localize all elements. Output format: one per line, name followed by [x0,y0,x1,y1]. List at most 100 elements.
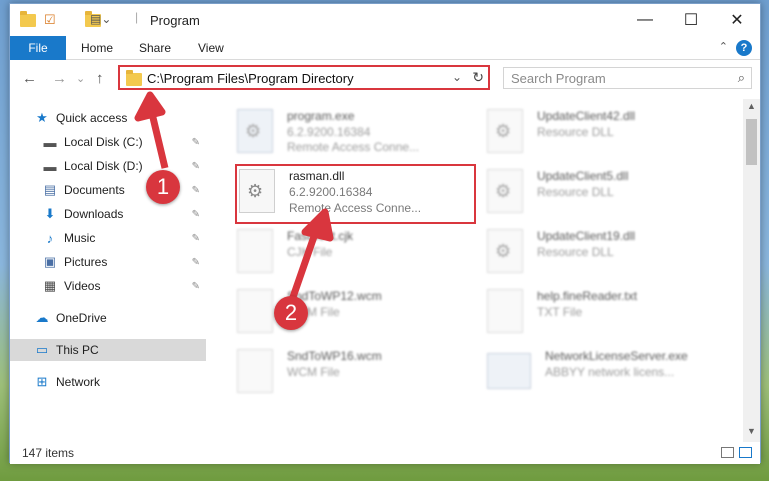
sidebar-item-pictures[interactable]: ▣ Pictures ✎ [10,251,206,273]
forward-button[interactable]: → [52,70,67,87]
customize-toolbar-icon[interactable]: ▤⌄ [90,12,111,28]
back-button[interactable]: ← [22,70,37,87]
navigation-bar: ← → ⌄ ↑ C:\Program Files\Program Directo… [10,61,760,97]
dll-file-icon: ⚙ [487,169,523,213]
status-bar: 147 items [10,442,760,464]
cloud-icon: ☁ [35,310,49,325]
file-description: Remote Access Conne... [287,140,420,154]
minimize-button[interactable]: — [622,4,668,36]
collapse-ribbon-icon[interactable]: ⌃ [719,40,728,53]
address-path: C:\Program Files\Program Directory [147,71,354,86]
folder-icon [126,70,142,86]
pin-icon[interactable]: ✎ [192,257,200,268]
file-item[interactable]: SndToWP12.wcm WCM File [237,287,477,343]
folder-icon [20,11,36,27]
pin-icon[interactable]: ✎ [192,137,200,148]
window-title: Program [150,13,200,28]
file-item[interactable]: ⚙ program.exe 6.2.9200.16384 Remote Acce… [237,107,477,163]
properties-icon[interactable]: ☑ [44,12,56,28]
network-icon: ⊞ [36,374,48,389]
separator: | [135,10,139,24]
file-item[interactable]: FastBoot.cjk CJK File [237,227,477,283]
file-description: ABBYY network licens... [545,365,675,379]
pin-icon[interactable]: ✎ [192,161,200,172]
file-name: FastBoot.cjk [287,229,354,243]
gear-icon: ⚙ [495,241,512,261]
sidebar-item-local-disk-d[interactable]: ▬ Local Disk (D:) ✎ [10,155,206,177]
sidebar-item-music[interactable]: ♪ Music ✎ [10,227,206,249]
sidebar-item-label: Downloads [64,207,124,221]
search-placeholder: Search Program [511,71,606,86]
file-explorer-window: ☑ ▤⌄ | Program — ☐ ✕ File Home Share Vie… [9,3,761,464]
scrollbar-thumb[interactable] [746,119,757,165]
sidebar-item-this-pc[interactable]: ▭ This PC [10,339,206,361]
file-item[interactable]: ⚙ UpdateClient5.dll Resource DLL [487,167,727,223]
up-button[interactable]: ↑ [96,70,104,87]
file-type: CJK File [287,245,333,259]
pin-icon[interactable]: ✎ [192,233,200,244]
file-list: ⚙ program.exe 6.2.9200.16384 Remote Acce… [215,99,743,439]
file-item[interactable]: ⚙ UpdateClient42.dll Resource DLL [487,107,727,163]
callout-2: 2 [274,296,308,330]
computer-icon: ▭ [35,342,49,357]
scroll-down-icon[interactable]: ▼ [743,426,760,440]
disk-icon: ▬ [43,134,57,150]
sidebar-item-onedrive[interactable]: ☁ OneDrive [10,307,206,329]
file-name: SndToWP16.wcm [287,349,382,363]
navigation-pane: ★ Quick access ▬ Local Disk (C:) ✎ ▬ Loc… [10,99,206,439]
ribbon-tabs: File Home Share View ⌃ ? [10,36,760,60]
sidebar-item-local-disk-c[interactable]: ▬ Local Disk (C:) ✎ [10,131,206,153]
file-type: Resource DLL [537,185,614,199]
gear-icon: ⚙ [245,121,262,141]
close-button[interactable]: ✕ [714,4,760,36]
item-count: 147 items [22,446,75,460]
pin-icon[interactable]: ✎ [192,185,200,196]
sidebar-item-downloads[interactable]: ⬇ Downloads ✎ [10,203,206,225]
file-type: Resource DLL [537,245,614,259]
file-name: UpdateClient5.dll [537,169,629,183]
disk-icon: ▬ [43,158,57,174]
sidebar-item-videos[interactable]: ▦ Videos ✎ [10,275,206,297]
gear-icon: ⚙ [495,181,512,201]
sidebar-item-quick-access[interactable]: ★ Quick access [10,107,206,129]
file-item[interactable]: ⚙ UpdateClient19.dll Resource DLL [487,227,727,283]
sidebar-item-label: Documents [64,183,125,197]
sidebar-item-label: Quick access [56,111,128,125]
address-dropdown-icon[interactable]: ⌄ [452,70,462,84]
sidebar-item-network[interactable]: ⊞ Network [10,371,206,393]
maximize-button[interactable]: ☐ [668,4,714,36]
refresh-button[interactable]: ↻ [472,69,484,86]
callout-1: 1 [146,170,180,204]
file-name: NetworkLicenseServer.exe [545,349,688,363]
sidebar-item-label: Music [64,231,96,245]
file-type: TXT File [537,305,583,319]
file-name: program.exe [287,109,355,123]
search-input[interactable]: Search Program ⌕ [503,67,752,89]
file-item[interactable]: NetworkLicenseServer.exe ABBYY network l… [487,347,727,403]
search-icon: ⌕ [737,70,745,85]
vertical-scrollbar[interactable]: ▲ ▼ [743,99,760,442]
file-name: UpdateClient42.dll [537,109,636,123]
file-type: WCM File [287,365,340,379]
pin-icon[interactable]: ✎ [192,209,200,220]
large-icons-view-icon[interactable] [739,447,752,458]
address-bar[interactable]: C:\Program Files\Program Directory ⌄ ↻ [118,65,490,90]
recent-locations-button[interactable]: ⌄ [76,72,85,85]
tab-share[interactable]: Share [139,41,171,55]
details-view-icon[interactable] [721,447,734,458]
pin-icon[interactable]: ✎ [192,281,200,292]
help-icon[interactable]: ? [736,40,752,56]
download-icon: ⬇ [44,206,56,221]
file-type: Resource DLL [537,125,614,139]
file-name: UpdateClient19.dll [537,229,636,243]
pictures-icon: ▣ [43,254,57,269]
tab-view[interactable]: View [198,41,224,55]
tab-file[interactable]: File [10,36,66,60]
generic-file-icon [237,289,273,333]
scroll-up-icon[interactable]: ▲ [743,101,760,115]
file-item[interactable]: help.fineReader.txt TXT File [487,287,727,343]
generic-file-icon [237,349,273,393]
tab-home[interactable]: Home [81,41,113,55]
file-item[interactable]: SndToWP16.wcm WCM File [237,347,477,403]
highlight-box [235,164,476,224]
